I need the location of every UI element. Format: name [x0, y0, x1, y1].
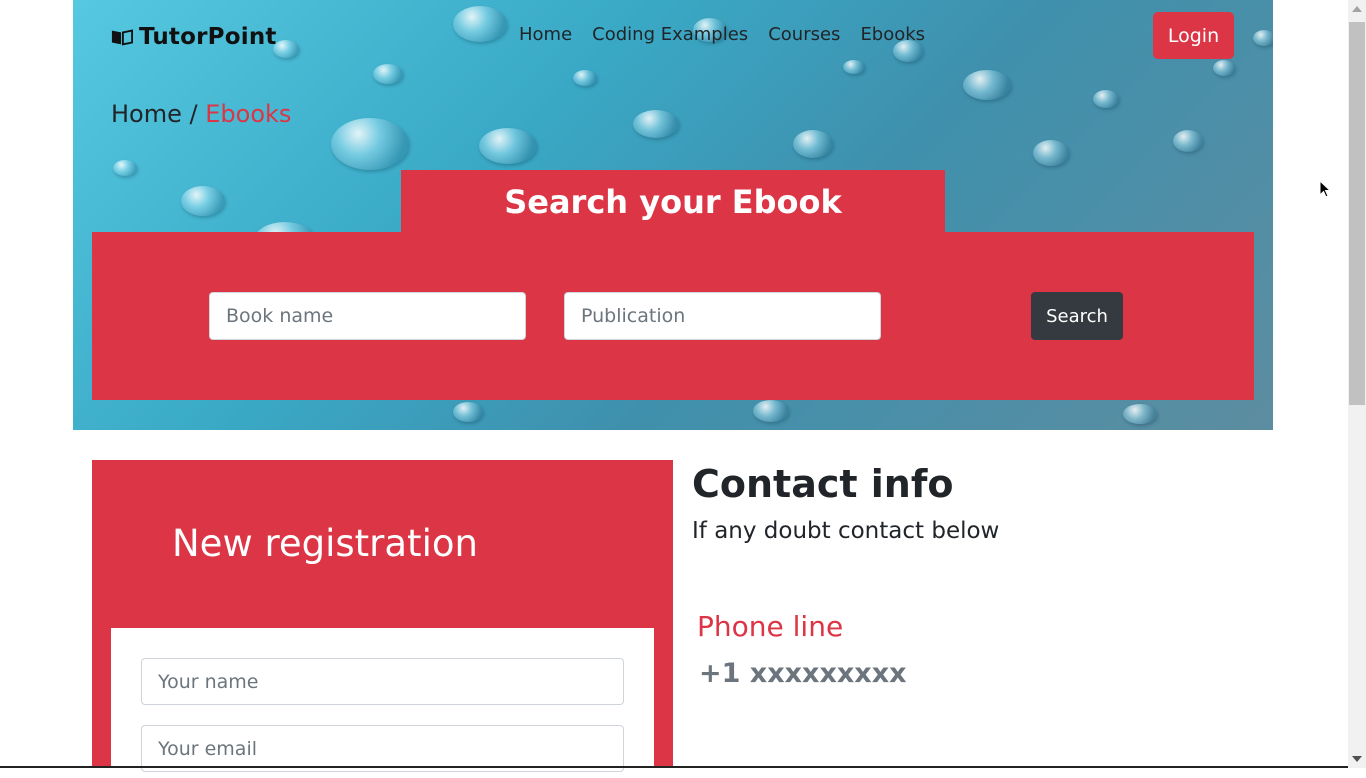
- contact-subtitle: If any doubt contact below: [692, 518, 1000, 544]
- brand-name: TutorPoint: [139, 24, 277, 50]
- breadcrumb-home[interactable]: Home: [111, 100, 182, 128]
- publication-input[interactable]: [564, 292, 881, 340]
- main-nav: Home Coding Examples Courses Ebooks: [519, 24, 925, 45]
- water-drop-decoration: [273, 40, 299, 58]
- water-drop-decoration: [373, 64, 403, 84]
- search-title: Search your Ebook: [401, 170, 945, 234]
- mouse-cursor-icon: [1319, 180, 1331, 198]
- water-drop-decoration: [479, 128, 537, 164]
- water-drop-decoration: [453, 402, 483, 422]
- login-button[interactable]: Login: [1153, 12, 1234, 59]
- search-panel: Search: [92, 232, 1254, 400]
- breadcrumb-separator: /: [189, 100, 198, 128]
- nav-home[interactable]: Home: [519, 24, 572, 45]
- water-drop-decoration: [843, 60, 865, 74]
- nav-ebooks[interactable]: Ebooks: [860, 24, 925, 45]
- name-input[interactable]: [141, 658, 624, 705]
- registration-section: New registration: [92, 460, 673, 778]
- water-drop-decoration: [1123, 404, 1157, 424]
- water-drop-decoration: [753, 400, 789, 422]
- water-drop-decoration: [573, 70, 597, 86]
- registration-form: [111, 628, 654, 778]
- scroll-up-icon[interactable]: [1352, 6, 1362, 12]
- breadcrumb-current: Ebooks: [205, 100, 292, 128]
- book-name-input[interactable]: [209, 292, 526, 340]
- search-button[interactable]: Search: [1031, 292, 1123, 340]
- water-drop-decoration: [1173, 130, 1203, 152]
- water-drop-decoration: [181, 186, 225, 216]
- water-drop-decoration: [1093, 90, 1119, 108]
- water-drop-decoration: [1213, 60, 1235, 76]
- water-drop-decoration: [453, 6, 507, 42]
- water-drop-decoration: [633, 110, 679, 138]
- brand-logo[interactable]: TutorPoint: [111, 22, 277, 52]
- breadcrumb: Home / Ebooks: [111, 100, 291, 128]
- water-drop-decoration: [793, 130, 833, 158]
- water-drop-decoration: [1253, 30, 1273, 46]
- water-drop-decoration: [113, 160, 137, 176]
- open-book-icon: [111, 29, 133, 46]
- scroll-down-icon[interactable]: [1352, 756, 1362, 762]
- scroll-thumb[interactable]: [1349, 22, 1365, 405]
- vertical-scrollbar[interactable]: [1348, 0, 1366, 768]
- phone-label: Phone line: [697, 610, 844, 643]
- registration-title: New registration: [172, 522, 478, 565]
- page: TutorPoint Home Coding Examples Courses …: [0, 0, 1366, 778]
- nav-coding-examples[interactable]: Coding Examples: [592, 24, 748, 45]
- hero-banner: TutorPoint Home Coding Examples Courses …: [73, 0, 1273, 430]
- email-input[interactable]: [141, 725, 624, 772]
- water-drop-decoration: [1033, 140, 1069, 166]
- nav-courses[interactable]: Courses: [768, 24, 840, 45]
- phone-value: +1 xxxxxxxxx: [699, 658, 907, 689]
- water-drop-decoration: [963, 70, 1011, 100]
- water-drop-decoration: [331, 118, 409, 170]
- contact-title: Contact info: [692, 462, 954, 506]
